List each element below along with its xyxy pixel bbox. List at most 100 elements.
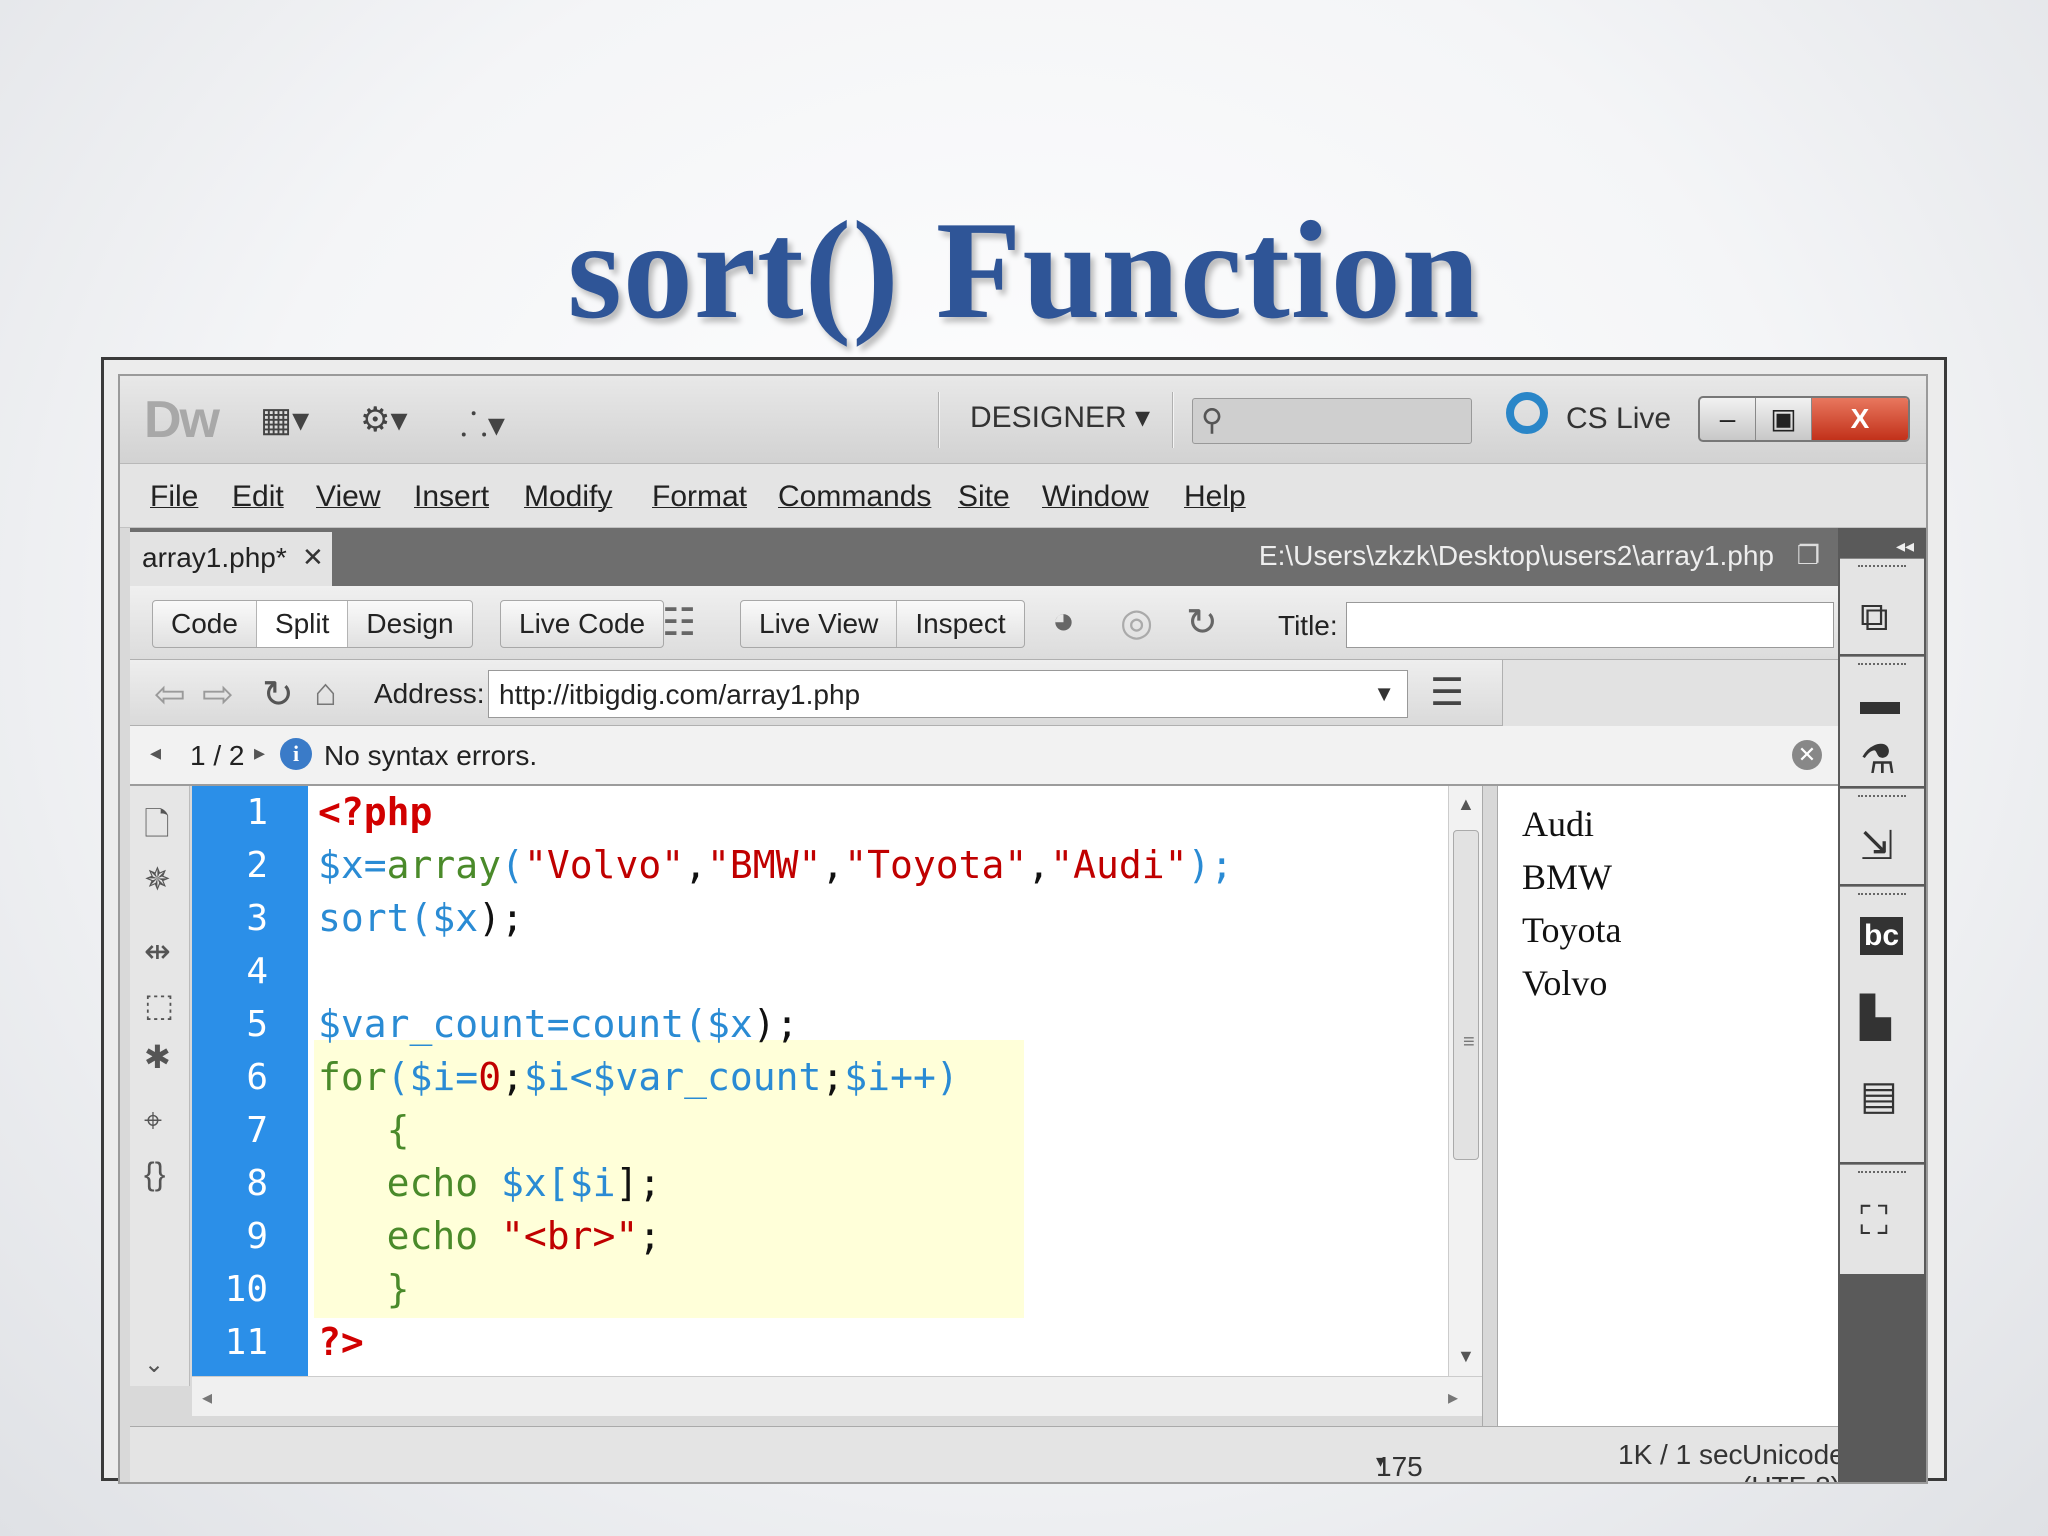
document-tab[interactable]: array1.php* ✕ bbox=[130, 532, 332, 586]
menu-insert[interactable]: Insert bbox=[414, 480, 489, 514]
visual-aids-icon[interactable]: ◎ bbox=[1120, 600, 1153, 645]
coding-toolbar: 🗋 ✵ ⇹ ⬚ ✱ ⌖ {} ⌄ bbox=[130, 786, 190, 1386]
encoding: Unicode (UTF-8) bbox=[1742, 1439, 1845, 1482]
scroll-up-arrow-icon[interactable]: ▲ bbox=[1457, 794, 1475, 815]
code-token: "Audi" bbox=[1050, 843, 1188, 887]
collapse-tag-icon[interactable]: ⇹ bbox=[144, 932, 171, 970]
code-token: "Toyota" bbox=[844, 843, 1028, 887]
vertical-scrollbar[interactable]: ▲ ≡ ▼ bbox=[1448, 786, 1482, 1376]
code-token: ); bbox=[478, 896, 524, 940]
ap-elements-icon[interactable]: ▙ bbox=[1860, 995, 1891, 1041]
menu-window[interactable]: Window bbox=[1042, 480, 1149, 514]
maximize-button[interactable]: ▣ bbox=[1756, 398, 1812, 440]
close-icon[interactable]: ✕ bbox=[1792, 740, 1822, 770]
code-token: "Volvo" bbox=[523, 843, 685, 887]
css-styles-icon[interactable]: ⇲ bbox=[1860, 823, 1894, 869]
tag-inspector-icon[interactable]: ▤ bbox=[1860, 1073, 1898, 1119]
cs-live-icon[interactable] bbox=[1506, 392, 1548, 434]
files-tree-icon[interactable]: ⛶ bbox=[1860, 1199, 1888, 1244]
minimize-button[interactable]: ‒ bbox=[1700, 398, 1756, 440]
browser-preview-icon[interactable]: ◕ bbox=[1052, 600, 1075, 643]
scroll-down-arrow-icon[interactable]: ▼ bbox=[1457, 1346, 1475, 1367]
business-catalyst-icon[interactable]: bc bbox=[1860, 917, 1904, 955]
file-management-icon[interactable]: ☷ bbox=[662, 600, 696, 645]
split-divider[interactable] bbox=[1482, 786, 1498, 1426]
select-parent-tag-icon[interactable]: ⌖ bbox=[144, 1102, 162, 1140]
scroll-left-arrow-icon[interactable]: ◂ bbox=[202, 1385, 212, 1410]
scroll-right-arrow-icon[interactable]: ▸ bbox=[1448, 1385, 1458, 1410]
line-number[interactable]: 9 bbox=[192, 1210, 308, 1263]
site-icon[interactable]: ⸫▾ bbox=[460, 400, 505, 446]
home-icon[interactable]: ⌂ bbox=[314, 672, 337, 715]
balance-braces-icon[interactable]: {} bbox=[144, 1156, 165, 1193]
line-number[interactable]: 4 bbox=[192, 945, 308, 998]
code-token: , bbox=[821, 843, 845, 887]
title-input[interactable] bbox=[1346, 602, 1834, 648]
scrollbar-thumb[interactable]: ≡ bbox=[1453, 830, 1479, 1160]
insert-panel: ⧉ bbox=[1840, 558, 1924, 654]
inspect-button[interactable]: Inspect bbox=[897, 601, 1023, 647]
line-number[interactable]: 8 bbox=[192, 1157, 308, 1210]
menu-view[interactable]: View bbox=[316, 480, 380, 514]
menu-file[interactable]: File bbox=[150, 480, 198, 514]
previous-arrow-icon[interactable]: ◂ bbox=[150, 740, 161, 766]
restore-icon[interactable]: ❐ bbox=[1797, 540, 1820, 571]
code-token: ( bbox=[409, 896, 433, 940]
more-tools-icon[interactable]: ⌄ bbox=[144, 1350, 164, 1379]
line-number[interactable]: 10 bbox=[192, 1263, 308, 1316]
code-token: ++) bbox=[890, 1055, 959, 1099]
search-input[interactable]: ⚲ bbox=[1192, 398, 1472, 444]
code-token: $var_count bbox=[592, 1055, 822, 1099]
forward-icon[interactable]: ⇨ bbox=[202, 672, 234, 717]
line-number[interactable]: 6 bbox=[192, 1051, 308, 1104]
collapse-panels-icon[interactable]: ◂◂ bbox=[1896, 536, 1914, 557]
layout-icon[interactable]: ▦▾ bbox=[260, 400, 309, 440]
line-number[interactable]: 3 bbox=[192, 892, 308, 945]
code-view-button[interactable]: Code bbox=[153, 601, 257, 647]
menu-help[interactable]: Help bbox=[1184, 480, 1246, 514]
view-options-icon[interactable]: ☰ bbox=[1430, 670, 1464, 715]
download-size: 1K / 1 sec bbox=[1618, 1439, 1743, 1470]
line-number[interactable]: 2 bbox=[192, 839, 308, 892]
collapse-selection-icon[interactable]: ⬚ bbox=[144, 986, 174, 1024]
business-catalyst-panel: bc ▙ ▤ bbox=[1840, 886, 1924, 1162]
line-number[interactable]: 5 bbox=[192, 998, 308, 1051]
menu-commands[interactable]: Commands bbox=[778, 480, 931, 514]
gear-icon[interactable]: ⚙▾ bbox=[360, 400, 408, 440]
open-documents-icon[interactable]: 🗋 bbox=[144, 802, 170, 856]
briefcase-icon[interactable]: ▬ bbox=[1860, 679, 1900, 724]
menu-site[interactable]: Site bbox=[958, 480, 1010, 514]
code-token: $i bbox=[409, 1055, 456, 1099]
menu-format[interactable]: Format bbox=[652, 480, 747, 514]
menu-modify[interactable]: Modify bbox=[524, 480, 612, 514]
refresh-icon[interactable]: ↻ bbox=[262, 672, 294, 717]
status-bar: 175 x 377 ▾ 1K / 1 sec Unicode (UTF-8) bbox=[130, 1426, 1845, 1482]
line-number[interactable]: 1 bbox=[192, 786, 308, 839]
workspace-switcher[interactable]: DESIGNER ▾ bbox=[970, 400, 1150, 435]
live-code-button[interactable]: Live Code bbox=[501, 601, 663, 647]
close-icon[interactable]: ✕ bbox=[302, 542, 324, 573]
dreamweaver-window: Dw ▦▾ ⚙▾ ⸫▾ DESIGNER ▾ ⚲ CS Live ‒ ▣ X F… bbox=[118, 374, 1928, 1484]
design-view-pane[interactable]: Audi BMW Toyota Volvo bbox=[1498, 786, 1838, 1426]
design-view-button[interactable]: Design bbox=[348, 601, 471, 647]
back-icon[interactable]: ⇦ bbox=[154, 672, 186, 717]
live-view-button[interactable]: Live View bbox=[741, 601, 898, 647]
split-view-button[interactable]: Split bbox=[256, 601, 349, 647]
show-code-navigator-icon[interactable]: ✵ bbox=[144, 860, 171, 898]
chevron-down-icon[interactable]: ▼ bbox=[1373, 681, 1395, 707]
syntax-status-message: No syntax errors. bbox=[324, 740, 538, 771]
close-button[interactable]: X bbox=[1812, 398, 1908, 440]
expand-all-icon[interactable]: ✱ bbox=[144, 1038, 171, 1076]
menu-edit[interactable]: Edit bbox=[232, 480, 284, 514]
cs-live-label[interactable]: CS Live bbox=[1566, 402, 1671, 436]
refresh-icon[interactable]: ↻ bbox=[1186, 600, 1218, 645]
line-number[interactable]: 7 bbox=[192, 1104, 308, 1157]
line-number[interactable]: 11 bbox=[192, 1316, 308, 1369]
snippets-icon[interactable]: ⚗ bbox=[1860, 737, 1896, 783]
code-line: echo $x[$i]; bbox=[318, 1157, 1233, 1210]
insert-icon[interactable]: ⧉ bbox=[1860, 595, 1889, 640]
horizontal-scrollbar[interactable]: ◂ ▸ bbox=[192, 1376, 1482, 1416]
next-arrow-icon[interactable]: ▸ bbox=[254, 740, 265, 766]
code-editor[interactable]: <?php $x=array("Volvo","BMW","Toyota","Au… bbox=[308, 786, 1448, 1376]
address-input[interactable]: http://itbigdig.com/array1.php ▼ bbox=[488, 670, 1408, 718]
